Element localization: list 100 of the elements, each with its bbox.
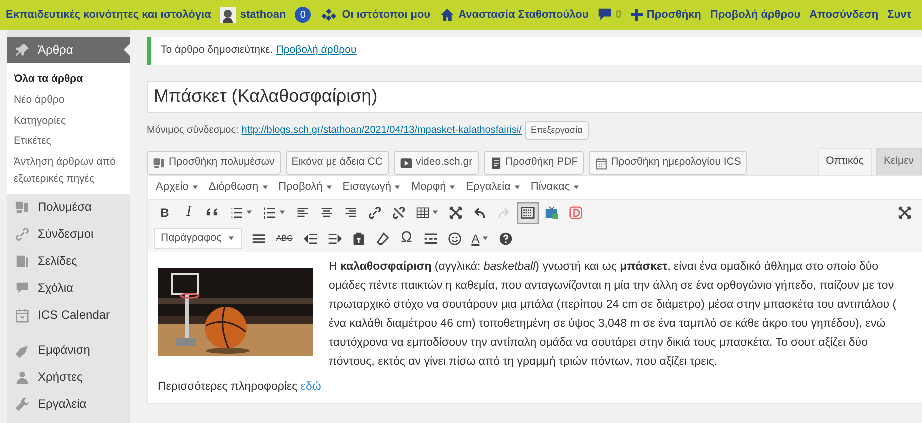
keyboard-icon xyxy=(521,206,535,220)
sidebar-item[interactable]: Χρήστες xyxy=(7,364,130,391)
more-info-link[interactable]: εδώ xyxy=(300,380,322,392)
help-icon xyxy=(498,232,513,246)
outdent-icon xyxy=(304,232,318,246)
submenu-item[interactable]: Ετικέτες xyxy=(7,131,130,152)
caret-icon xyxy=(279,209,286,216)
caret-icon xyxy=(394,184,402,191)
document-icon xyxy=(490,156,503,170)
sidebar-item[interactable]: Σχόλια xyxy=(7,274,130,302)
notice-message: Το άρθρο δημοσιεύτηκε. Προβολή άρθρου xyxy=(147,37,922,65)
caret-icon xyxy=(192,184,199,191)
read-more-icon xyxy=(424,232,438,246)
horizontal-line-icon xyxy=(252,232,266,246)
admin-bar-link[interactable]: Εκπαιδευτικές κοινότητες και ιστολόγια xyxy=(6,6,212,24)
sidebar-item[interactable]: Εμφάνιση xyxy=(7,336,130,364)
media-icon xyxy=(15,200,30,215)
submenu-item[interactable]: Όλα τα άρθρα xyxy=(7,69,130,90)
sidebar-item[interactable]: ICS Calendar xyxy=(7,302,130,329)
editor-tab[interactable]: Οπτικός xyxy=(818,148,872,175)
admin-bar-link[interactable]: Αποσύνδεση xyxy=(810,6,879,24)
editor-tab[interactable]: Κείμεν xyxy=(876,148,922,175)
media-button[interactable]: Προσθήκη ημερολογίου ICS xyxy=(589,151,748,175)
caret-icon xyxy=(482,235,489,242)
sidebar-item[interactable]: Άρθρα xyxy=(7,37,130,63)
sites-icon xyxy=(320,8,338,22)
align-right-icon xyxy=(344,206,358,220)
toolbar-button[interactable]: A xyxy=(468,228,493,250)
menu-item[interactable]: Προβολή xyxy=(278,179,333,196)
toolbar-button[interactable]: I xyxy=(178,202,200,224)
toolbar-button[interactable]: Ω xyxy=(396,228,418,250)
title-field[interactable]: Μπάσκετ (Καλαθοσφαίριση) xyxy=(147,80,922,113)
table-icon xyxy=(416,206,430,220)
caret-icon xyxy=(514,184,521,191)
undo-icon xyxy=(473,206,487,220)
align-center-icon xyxy=(320,206,334,220)
numbered-list-icon xyxy=(263,206,277,220)
sidebar-item[interactable]: Σελίδες xyxy=(7,248,130,275)
admin-bar-link[interactable]: Οι ιστότοποι μου xyxy=(320,6,431,24)
article-paragraph: Η καλαθοσφαίριση (αγγλικά: basketball) γνωστή και ως μπάσκετ, είναι ένα ομαδικό άθλημα στο οποίο δύο ομάδες πέντε παικτών η καθεμία, που ανταγωνίζονται η μία την άλλη σε ένα ορθογώνιο γήπεδο, παίζουν με τον πρωταρχικό στόχο να σουτάρουν μια μπάλα (περίπου 24 cm σε διάμετρο) μέσα στην μπασκέτα του αντιπάλου ( ένα καλάθι διαμέτρου 46 cm) τοποθετημένη σε ύψος 3,048 m σε ένα ταμπλό σε κάθε άκρο του γηπέδου), ενώ ταυτόχρονα να εμποδίσουν την αντίπαλη ομάδα να σουτάρει στην δικιά τους μπασκέτα. Το σουτ αξίζει δύο πόντους, εκτός αν γίνει πίσω από τη γραμμή τριών πόντων, που αξίζει τρεις. xyxy=(329,260,898,370)
media-button[interactable]: video.sch.gr xyxy=(394,151,479,175)
sidebar-item[interactable]: Πολυμέσα xyxy=(7,194,130,221)
fullscreen-icon xyxy=(449,206,463,220)
link-icon xyxy=(15,226,30,242)
media-button[interactable]: Εικόνα με άδεια CC xyxy=(286,151,389,175)
admin-bar-link[interactable]: Προβολή άρθρου xyxy=(710,6,801,24)
permalink-label: Μόνιμος σύνδεσμος: xyxy=(147,124,239,138)
tv-icon xyxy=(545,206,559,220)
view-post-link[interactable]: Προβολή άρθρου xyxy=(276,44,357,56)
menu-item[interactable]: Εργαλεία xyxy=(466,179,521,196)
toolbar-button[interactable] xyxy=(517,202,539,224)
avatar-icon xyxy=(220,7,236,23)
pin-icon xyxy=(15,42,30,58)
calendar-icon xyxy=(15,308,30,323)
menu-item[interactable]: Πίνακας xyxy=(530,179,580,196)
caret-icon xyxy=(246,209,253,216)
unlink-icon xyxy=(392,206,406,220)
toolbar-button[interactable]: B xyxy=(154,202,176,224)
media-icon xyxy=(153,156,166,170)
format-select[interactable]: Παράγραφος xyxy=(154,228,242,250)
caret-icon xyxy=(449,184,456,191)
caret-icon xyxy=(228,235,235,242)
d-logo-icon xyxy=(569,206,583,220)
caret-icon xyxy=(326,184,333,191)
sidebar-item[interactable]: Σύνδεσμοι xyxy=(7,220,130,248)
submenu-item[interactable]: Κατηγορίες xyxy=(7,110,130,132)
admin-bar-link[interactable]: Αναστασία Σταθοπούλου xyxy=(440,6,589,24)
smiley-icon xyxy=(448,232,462,246)
caret-icon xyxy=(573,184,580,191)
menu-pointer xyxy=(124,44,130,56)
edit-button[interactable]: Επεξεργασία xyxy=(524,120,589,140)
speech-bubble-icon xyxy=(598,8,612,22)
admin-bar-link[interactable]: Προσθήκη xyxy=(630,6,702,24)
redo-icon xyxy=(497,206,511,220)
user-icon xyxy=(15,370,30,385)
toolbar-button[interactable]: ABC xyxy=(272,228,298,250)
admin-bar-link[interactable]: stathoan xyxy=(220,6,286,24)
menu-item[interactable]: Εισαγωγή xyxy=(342,179,402,196)
menu-item[interactable]: Διόρθωση xyxy=(208,179,269,196)
align-left-icon xyxy=(296,206,310,220)
menu-item[interactable]: Αρχείο xyxy=(156,179,199,196)
wrench-icon xyxy=(15,396,30,412)
plus-icon xyxy=(630,9,643,21)
submenu-item[interactable]: Άντληση άρθρων από εξωτερικές πηγές xyxy=(7,152,130,190)
count-badge[interactable]: 0 xyxy=(295,7,312,23)
submenu-item[interactable]: Νέο άρθρο xyxy=(7,90,130,111)
caret-icon xyxy=(262,184,269,191)
home-icon xyxy=(440,8,455,22)
clipboard-icon xyxy=(352,232,366,246)
admin-bar-link[interactable]: Συντ xyxy=(888,6,912,24)
sidebar-item[interactable]: Εργαλεία xyxy=(7,390,130,418)
pages-icon xyxy=(15,254,30,269)
permalink-link[interactable]: http://blogs.sch.gr/stathoan/2021/04/13/mpasket-kalathosfairisi/ xyxy=(242,123,522,138)
caret-icon xyxy=(432,209,439,216)
media-button[interactable]: Προσθήκη PDF xyxy=(484,151,584,175)
media-button[interactable]: Προσθήκη πολυμέσων xyxy=(147,151,281,175)
calendar-icon xyxy=(595,156,608,170)
menu-item[interactable]: Μορφή xyxy=(411,179,456,196)
link-icon xyxy=(368,206,382,220)
play-icon xyxy=(400,156,413,170)
